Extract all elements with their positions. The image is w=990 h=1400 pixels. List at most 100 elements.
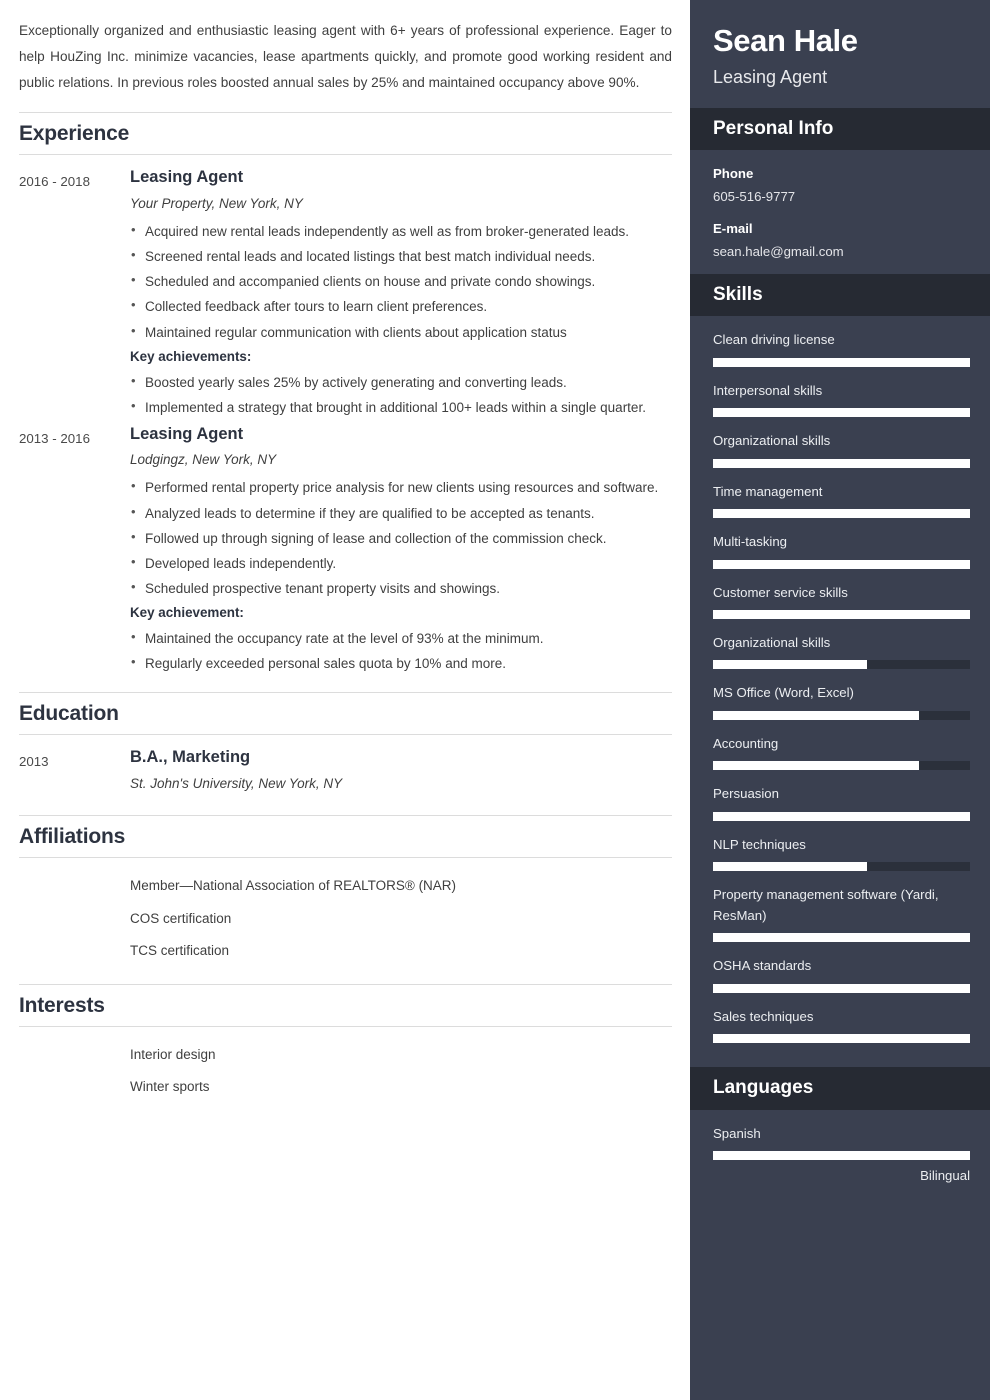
list-item: Interior design bbox=[130, 1046, 216, 1062]
skill-label: Organizational skills bbox=[713, 433, 831, 449]
section-body-interests: Interior design Winter sports bbox=[19, 1027, 672, 1104]
sidebar-header-languages: Languages bbox=[690, 1067, 990, 1110]
job-bullets: Acquired new rental leads independently … bbox=[130, 218, 672, 345]
summary-paragraph: Exceptionally organized and enthusiastic… bbox=[19, 23, 672, 91]
language-level-fill bbox=[713, 1151, 970, 1161]
entry-content: Leasing Agent Lodgingz, New York, NY Per… bbox=[130, 424, 672, 676]
phone-value[interactable]: 605-516-9777 bbox=[713, 187, 970, 207]
skill-label: NLP techniques bbox=[713, 836, 806, 852]
phone-label: Phone bbox=[713, 166, 754, 182]
skill-level-bar bbox=[713, 933, 970, 943]
list-item: Scheduled prospective tenant property vi… bbox=[130, 575, 672, 601]
list-item: Developed leads independently. bbox=[130, 550, 672, 576]
skill-level-bar bbox=[713, 660, 970, 670]
skill-item: Customer service skills bbox=[713, 583, 970, 619]
skill-level-fill bbox=[713, 710, 919, 720]
skill-label: Clean driving license bbox=[713, 332, 835, 348]
sidebar: Sean Hale Leasing Agent Personal Info Ph… bbox=[690, 0, 990, 1400]
entry-content: Leasing Agent Your Property, New York, N… bbox=[130, 167, 672, 419]
skill-label: OSHA standards bbox=[713, 958, 812, 974]
skill-item: Organizational skills bbox=[713, 633, 970, 670]
section-body-education: 2013 B.A., Marketing St. John's Universi… bbox=[19, 735, 672, 799]
resume-page: Exceptionally organized and enthusiastic… bbox=[0, 0, 990, 1400]
section-experience: Experience 2016 - 2018 Leasing Agent You… bbox=[19, 112, 672, 676]
skill-item: Sales techniques bbox=[713, 1007, 970, 1044]
entry-date: 2013 bbox=[19, 754, 49, 770]
experience-entry: 2013 - 2016 Leasing Agent Lodgingz, New … bbox=[19, 424, 672, 676]
skill-label: Interpersonal skills bbox=[713, 382, 823, 398]
list-item: Followed up through signing of lease and… bbox=[130, 525, 672, 551]
skill-item: Multi-tasking bbox=[713, 532, 970, 569]
skill-level-bar bbox=[713, 983, 970, 993]
list-item: Performed rental property price analysis… bbox=[130, 474, 672, 500]
skill-level-bar bbox=[713, 710, 970, 720]
sidebar-body-personal-info: Phone 605-516-9777 E-mail sean.hale@gmai… bbox=[690, 150, 990, 273]
section-header-experience: Experience bbox=[19, 112, 672, 156]
sidebar-section-title: Personal Info bbox=[713, 117, 834, 139]
list-item: Scheduled and accompanied clients on hou… bbox=[130, 268, 672, 294]
skill-level-fill bbox=[713, 1034, 970, 1044]
job-achievements: Maintained the occupancy rate at the lev… bbox=[130, 625, 672, 676]
sidebar-section-title: Languages bbox=[713, 1077, 814, 1099]
skill-level-fill bbox=[713, 609, 970, 619]
language-item: Spanish Bilingual bbox=[713, 1124, 970, 1183]
skill-item: Interpersonal skills bbox=[713, 381, 970, 418]
school-name: St. John's University, New York, NY bbox=[130, 775, 343, 791]
sidebar-section-title: Skills bbox=[713, 283, 763, 305]
skill-item: OSHA standards bbox=[713, 956, 970, 993]
entry-date: 2013 - 2016 bbox=[19, 430, 90, 446]
email-value[interactable]: sean.hale@gmail.com bbox=[713, 242, 970, 262]
skill-level-bar bbox=[713, 862, 970, 872]
entry-content: B.A., Marketing St. John's University, N… bbox=[130, 747, 672, 799]
skill-item: Organizational skills bbox=[713, 431, 970, 468]
experience-entry: 2016 - 2018 Leasing Agent Your Property,… bbox=[19, 167, 672, 419]
list-item: TCS certification bbox=[130, 943, 230, 959]
skill-level-fill bbox=[713, 559, 970, 569]
skill-item: Accounting bbox=[713, 734, 970, 771]
skill-level-fill bbox=[713, 811, 970, 821]
entry-date: 2016 - 2018 bbox=[19, 174, 90, 190]
skill-level-bar bbox=[713, 761, 970, 771]
list-item: COS certification bbox=[130, 910, 232, 926]
skill-label: Sales techniques bbox=[713, 1008, 814, 1024]
skill-item: Persuasion bbox=[713, 784, 970, 821]
main-column: Exceptionally organized and enthusiastic… bbox=[0, 0, 690, 1400]
list-item: Screened rental leads and located listin… bbox=[130, 243, 672, 269]
sidebar-body-skills: Clean driving license Interpersonal skill… bbox=[690, 316, 990, 1067]
section-title: Education bbox=[19, 702, 119, 726]
job-achievements: Boosted yearly sales 25% by actively gen… bbox=[130, 369, 672, 420]
skill-label: Time management bbox=[713, 483, 823, 499]
sidebar-body-languages: Spanish Bilingual bbox=[690, 1110, 990, 1207]
skill-level-bar bbox=[713, 408, 970, 418]
section-header-education: Education bbox=[19, 692, 672, 736]
skill-item: NLP techniques bbox=[713, 835, 970, 872]
skill-item: MS Office (Word, Excel) bbox=[713, 683, 970, 720]
job-company: Lodgingz, New York, NY bbox=[130, 452, 277, 468]
email-label: E-mail bbox=[713, 220, 753, 236]
skill-level-bar bbox=[713, 559, 970, 569]
skill-label: Property management software (Yardi, Res… bbox=[713, 887, 939, 923]
list-item: Regularly exceeded personal sales quota … bbox=[130, 650, 672, 676]
language-proficiency: Bilingual bbox=[920, 1168, 970, 1184]
sidebar-header-skills: Skills bbox=[690, 273, 990, 317]
section-title: Interests bbox=[19, 993, 105, 1017]
skill-item: Time management bbox=[713, 482, 970, 519]
language-label: Spanish bbox=[713, 1125, 761, 1141]
section-affiliations: Affiliations Member—National Association… bbox=[19, 815, 672, 968]
skill-level-fill bbox=[713, 761, 919, 771]
skill-level-fill bbox=[713, 983, 970, 993]
list-item: Maintained the occupancy rate at the lev… bbox=[130, 625, 672, 651]
list-item: Collected feedback after tours to learn … bbox=[130, 293, 672, 319]
section-body-affiliations: Member—National Association of REALTORS®… bbox=[19, 858, 672, 968]
skill-label: MS Office (Word, Excel) bbox=[713, 685, 854, 701]
skill-level-fill bbox=[713, 458, 970, 468]
skill-item: Property management software (Yardi, Res… bbox=[713, 885, 970, 943]
list-item: Winter sports bbox=[130, 1079, 210, 1095]
job-title: Leasing Agent bbox=[130, 424, 244, 443]
list-item: Implemented a strategy that brought in a… bbox=[130, 394, 672, 420]
job-bullets: Performed rental property price analysis… bbox=[130, 474, 672, 601]
skill-level-fill bbox=[713, 357, 970, 367]
skill-level-bar bbox=[713, 357, 970, 367]
section-title: Experience bbox=[19, 122, 130, 146]
skill-level-bar bbox=[713, 458, 970, 468]
